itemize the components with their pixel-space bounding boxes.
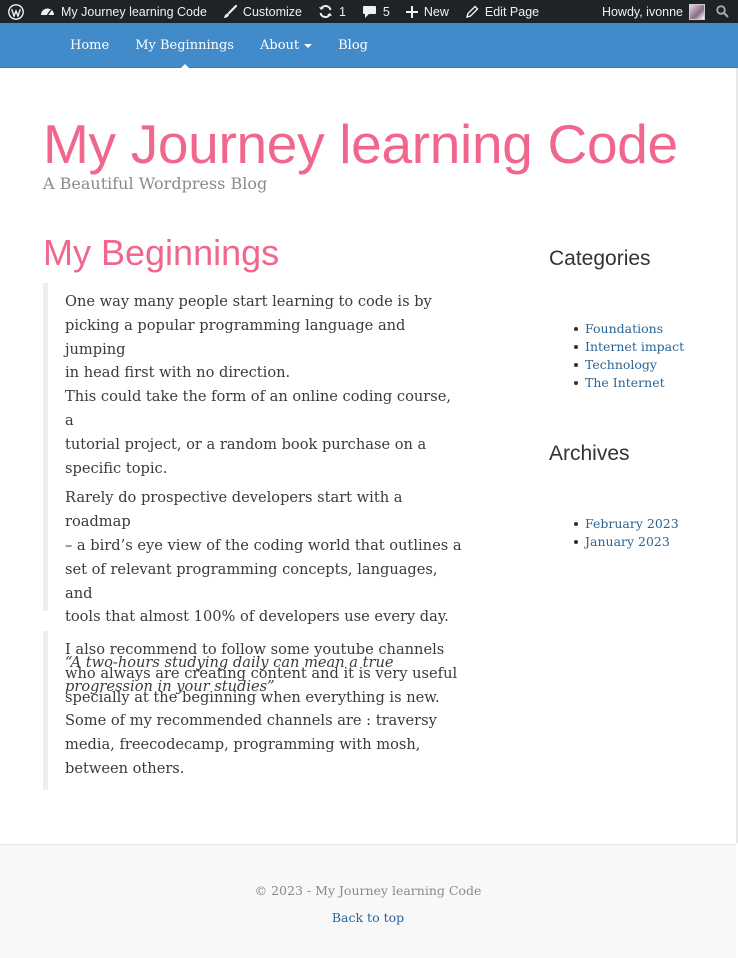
text-line: media, freecodecamp, programming with mo… bbox=[65, 736, 421, 754]
site-tagline: A Beautiful Wordpress Blog bbox=[43, 174, 268, 193]
howdy-label: Howdy, ivonne bbox=[601, 4, 683, 19]
customize-label: Customize bbox=[242, 4, 302, 19]
site-name-button[interactable]: My Journey learning Code bbox=[32, 0, 215, 23]
text-line: – a bird’s eye view of the coding world … bbox=[65, 536, 462, 554]
admin-bar-right: Howdy, ivonne bbox=[594, 0, 738, 23]
copyright-text: © 2023 - My Journey learning Code bbox=[254, 883, 482, 898]
nav-item-label: My Beginnings bbox=[135, 38, 234, 53]
archive-link-february-2023[interactable]: February 2023 bbox=[574, 515, 679, 533]
text-line: tools that almost 100% of developers use… bbox=[65, 608, 449, 626]
search-button[interactable] bbox=[709, 0, 738, 23]
site-footer: © 2023 - My Journey learning Code Back t… bbox=[0, 844, 736, 958]
admin-bar: My Journey learning Code Customize 1 5 N… bbox=[0, 0, 738, 23]
my-account-button[interactable]: Howdy, ivonne bbox=[594, 0, 709, 23]
text-line: specific topic. bbox=[65, 459, 168, 477]
text-line: between others. bbox=[65, 759, 185, 777]
brush-icon bbox=[223, 4, 237, 19]
main-nav: Home My Beginnings About Blog bbox=[57, 23, 381, 69]
nav-item-my-beginnings[interactable]: My Beginnings bbox=[122, 23, 247, 69]
text-line: who always are creating content and it i… bbox=[65, 664, 458, 682]
admin-bar-left: My Journey learning Code Customize 1 5 N… bbox=[0, 0, 547, 23]
edit-page-button[interactable]: Edit Page bbox=[457, 0, 547, 23]
wordpress-icon bbox=[8, 3, 24, 20]
category-link-internet-impact[interactable]: Internet impact bbox=[574, 338, 684, 356]
edit-page-label: Edit Page bbox=[484, 4, 540, 19]
text-line: This could take the form of an online co… bbox=[65, 388, 452, 429]
blockquote-recommendations: I also recommend to follow some youtube … bbox=[43, 631, 463, 790]
text-line: tutorial project, or a random book purch… bbox=[65, 435, 427, 453]
site-title[interactable]: My Journey learning Code bbox=[43, 112, 678, 176]
nav-item-home[interactable]: Home bbox=[57, 23, 122, 68]
updates-count: 1 bbox=[338, 4, 346, 19]
archive-link-january-2023[interactable]: January 2023 bbox=[574, 533, 679, 551]
caret-down-icon bbox=[304, 43, 313, 48]
categories-list: Foundations Internet impact Technology T… bbox=[574, 320, 684, 392]
updates-icon bbox=[318, 4, 333, 19]
text-line: Rarely do prospective developers start w… bbox=[65, 489, 403, 531]
pencil-icon bbox=[465, 5, 479, 19]
nav-item-about[interactable]: About bbox=[247, 23, 325, 68]
new-content-button[interactable]: New bbox=[398, 0, 457, 23]
text-line: in head first with no direction. bbox=[65, 364, 291, 382]
plus-icon bbox=[405, 5, 418, 18]
page-title: My Beginnings bbox=[43, 232, 280, 273]
nav-item-blog[interactable]: Blog bbox=[325, 23, 381, 68]
text-line: set of relevant programming concepts, la… bbox=[65, 560, 438, 602]
paragraph: I also recommend to follow some youtube … bbox=[65, 638, 463, 781]
category-link-foundations[interactable]: Foundations bbox=[574, 320, 684, 338]
text-line: picking a popular programming language a… bbox=[65, 316, 406, 358]
new-label: New bbox=[423, 4, 449, 19]
search-icon bbox=[716, 5, 729, 18]
text-line: One way many people start learning to co… bbox=[65, 293, 432, 310]
nav-item-label: Blog bbox=[338, 38, 368, 53]
text-line: specially at the beginning when everythi… bbox=[65, 688, 440, 706]
wordpress-logo-button[interactable] bbox=[0, 0, 32, 23]
comments-button[interactable]: 5 bbox=[354, 0, 398, 23]
paragraph: One way many people start learning to co… bbox=[65, 290, 463, 480]
categories-heading: Categories bbox=[549, 247, 651, 270]
nav-item-label: Home bbox=[70, 38, 110, 53]
category-link-technology[interactable]: Technology bbox=[574, 356, 684, 374]
comment-icon bbox=[362, 5, 377, 19]
paragraph: Rarely do prospective developers start w… bbox=[65, 486, 463, 629]
back-to-top-link[interactable]: Back to top bbox=[0, 910, 736, 925]
nav-item-label: About bbox=[259, 38, 300, 53]
text-line: Some of my recommended channels are : tr… bbox=[65, 712, 437, 730]
main-navbar: Home My Beginnings About Blog bbox=[0, 23, 738, 69]
comments-count: 5 bbox=[382, 4, 390, 19]
archives-list: February 2023 January 2023 bbox=[574, 515, 679, 551]
dashboard-icon bbox=[40, 5, 55, 19]
updates-button[interactable]: 1 bbox=[310, 0, 354, 23]
customize-button[interactable]: Customize bbox=[215, 0, 310, 23]
site-name-label: My Journey learning Code bbox=[61, 4, 207, 19]
archives-heading: Archives bbox=[549, 442, 630, 465]
text-line: I also recommend to follow some youtube … bbox=[65, 641, 445, 658]
category-link-the-internet[interactable]: The Internet bbox=[574, 374, 684, 392]
blockquote-intro: One way many people start learning to co… bbox=[43, 283, 463, 695]
avatar bbox=[689, 3, 705, 20]
